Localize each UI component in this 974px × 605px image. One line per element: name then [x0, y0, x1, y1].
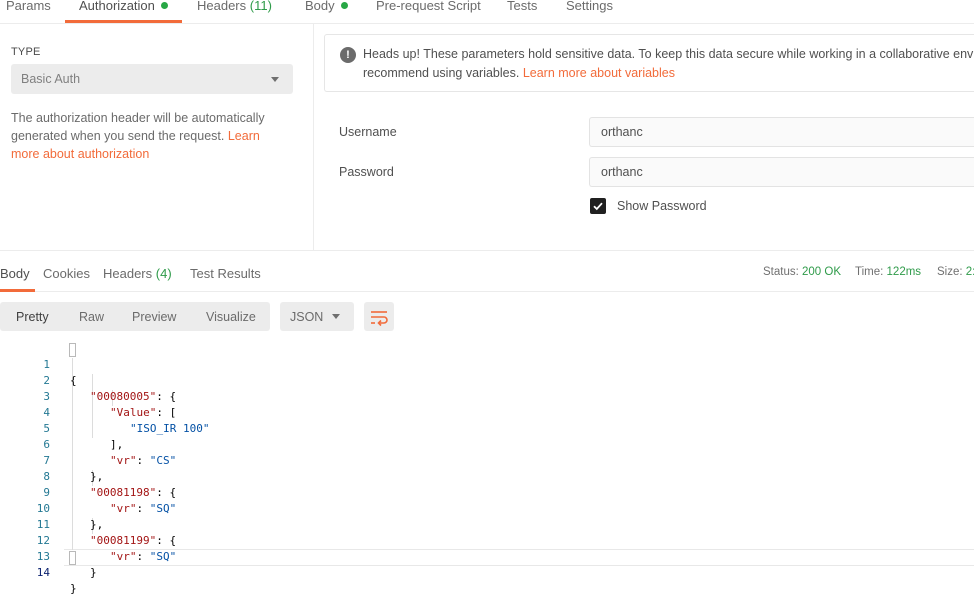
- password-label: Password: [339, 165, 394, 179]
- auth-type-panel: TYPE Basic Auth The authorization header…: [0, 24, 314, 250]
- tab-pre-request-script[interactable]: Pre-request Script: [376, 0, 481, 20]
- tab-test-results[interactable]: Test Results: [190, 266, 261, 281]
- time-info: Time: 122ms: [855, 266, 921, 278]
- auth-description-text: The authorization header will be automat…: [11, 111, 265, 143]
- tab-response-cookies[interactable]: Cookies: [43, 266, 90, 281]
- tab-response-headers[interactable]: Headers (4): [103, 266, 172, 281]
- code-line: 3 "Value": [: [0, 373, 974, 419]
- sensitive-data-warning: ! Heads up! These parameters hold sensit…: [324, 34, 974, 92]
- show-password-checkbox[interactable]: [590, 198, 606, 214]
- username-field[interactable]: orthanc: [589, 117, 974, 147]
- warning-text: Heads up! These parameters hold sensitiv…: [363, 45, 974, 83]
- tab-body[interactable]: Body: [305, 0, 348, 20]
- status-value[interactable]: 200 OK: [802, 266, 841, 278]
- time-value[interactable]: 122ms: [887, 266, 922, 278]
- code-line: 1 {: [0, 341, 974, 387]
- code-line: 5 ],: [0, 405, 974, 451]
- code-line: 13 }: [0, 533, 974, 579]
- code-line: 9 "vr": "SQ": [0, 469, 974, 515]
- tab-tests[interactable]: Tests: [507, 0, 537, 20]
- view-visualize-button[interactable]: Visualize: [206, 310, 256, 324]
- learn-more-variables-link[interactable]: Learn more about variables: [523, 66, 675, 80]
- code-line: 7 },: [0, 437, 974, 483]
- chevron-down-icon: [271, 77, 279, 82]
- tab-response-headers-label: Headers: [103, 266, 153, 281]
- code-text: }: [70, 582, 77, 595]
- chevron-down-icon: [332, 314, 340, 319]
- modified-dot-icon: [340, 2, 348, 9]
- warning-line1: Heads up! These parameters hold sensitiv…: [363, 47, 974, 61]
- wrap-lines-icon: [371, 311, 388, 327]
- auth-type-value: Basic Auth: [21, 72, 81, 86]
- tab-body-label: Body: [305, 0, 335, 13]
- tab-response-body[interactable]: Body: [0, 266, 30, 281]
- active-tab-indicator: [65, 20, 182, 23]
- tab-headers[interactable]: Headers (11): [197, 0, 272, 20]
- code-line: 2 "00080005": {: [0, 357, 974, 403]
- code-line: 6 "vr": "CS": [0, 421, 974, 467]
- auth-description: The authorization header will be automat…: [11, 109, 281, 163]
- tab-authorization-label: Authorization: [79, 0, 155, 13]
- line-number: 14: [36, 566, 50, 579]
- type-label: TYPE: [11, 46, 41, 58]
- username-label: Username: [339, 125, 397, 139]
- username-value: orthanc: [601, 125, 643, 139]
- tab-settings-label: Settings: [566, 0, 613, 13]
- password-field[interactable]: orthanc: [589, 157, 974, 187]
- info-icon: !: [340, 47, 356, 63]
- view-raw-button[interactable]: Raw: [79, 310, 104, 324]
- request-tabs: Params Authorization Headers (11) Body P…: [0, 0, 974, 24]
- status-info: Status: 200 OK: [763, 266, 841, 278]
- format-select[interactable]: JSON: [280, 302, 354, 331]
- size-label: Size:: [937, 266, 963, 278]
- status-label: Status:: [763, 266, 799, 278]
- code-line: 4 "ISO_IR 100": [0, 389, 974, 435]
- code-line: 10 },: [0, 485, 974, 531]
- code-line: 8 "00081198": {: [0, 453, 974, 499]
- size-value[interactable]: 2:: [966, 266, 974, 278]
- response-tabs: Body Cookies Headers (4) Test Results St…: [0, 250, 974, 292]
- warning-line2: recommend using variables.: [363, 66, 520, 80]
- time-label: Time:: [855, 266, 884, 278]
- code-line: 12 "vr": "SQ": [0, 517, 974, 563]
- password-value: orthanc: [601, 165, 643, 179]
- code-line: 14 }: [0, 549, 974, 595]
- format-value: JSON: [290, 310, 324, 324]
- tab-params[interactable]: Params: [6, 0, 51, 20]
- checkmark-icon: [593, 202, 603, 211]
- view-pretty-button[interactable]: Pretty: [16, 310, 49, 324]
- code-text: }: [90, 566, 97, 579]
- tab-tests-label: Tests: [507, 0, 538, 13]
- tab-authorization[interactable]: Authorization: [79, 0, 168, 20]
- tab-headers-count: (11): [249, 0, 272, 13]
- tab-settings[interactable]: Settings: [566, 0, 613, 20]
- tab-headers-label: Headers: [197, 0, 247, 13]
- tab-params-label: Params: [6, 0, 51, 13]
- size-info: Size: 2:: [937, 266, 974, 278]
- modified-dot-icon: [160, 2, 168, 9]
- code-line: 11 "00081199": {: [0, 501, 974, 547]
- view-preview-button[interactable]: Preview: [132, 310, 176, 324]
- auth-type-select[interactable]: Basic Auth: [11, 64, 293, 94]
- tab-pre-request-script-label: Pre-request Script: [376, 0, 481, 13]
- view-mode-group: Pretty Raw Preview Visualize: [0, 302, 270, 331]
- tab-response-headers-count: (4): [155, 266, 172, 281]
- active-response-tab-indicator: [0, 289, 35, 292]
- wrap-lines-button[interactable]: [364, 302, 394, 331]
- show-password-label[interactable]: Show Password: [617, 199, 707, 213]
